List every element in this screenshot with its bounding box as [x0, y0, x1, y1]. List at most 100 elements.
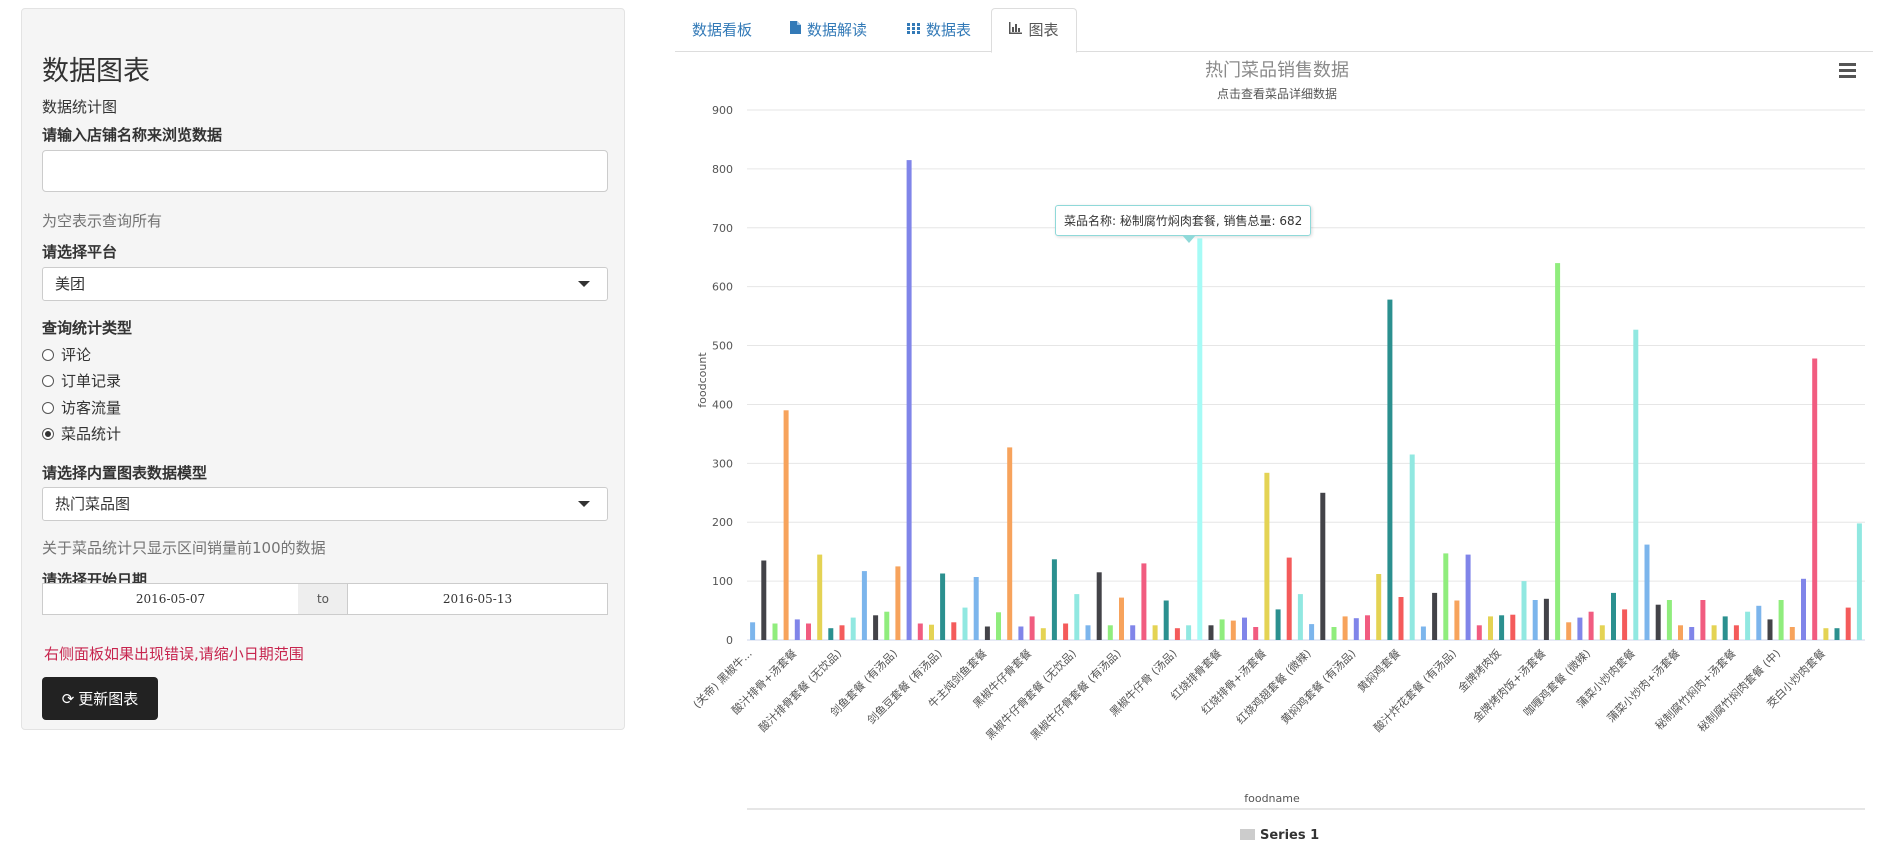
bar[interactable] — [1622, 609, 1628, 640]
bar[interactable] — [1353, 618, 1359, 640]
bar[interactable] — [1733, 625, 1739, 640]
bar[interactable] — [1812, 358, 1818, 641]
bar[interactable] — [917, 623, 923, 641]
bar[interactable] — [817, 554, 823, 640]
bar[interactable] — [1297, 594, 1303, 640]
bar[interactable] — [1532, 600, 1538, 640]
bar[interactable] — [1420, 626, 1426, 641]
bar[interactable] — [940, 573, 946, 641]
bar[interactable] — [1398, 597, 1404, 640]
bar[interactable] — [1186, 625, 1192, 640]
bar[interactable] — [1242, 617, 1247, 640]
bar[interactable] — [1174, 628, 1180, 640]
bar[interactable] — [1320, 492, 1326, 640]
bar[interactable] — [1767, 619, 1773, 640]
bar[interactable] — [1856, 523, 1862, 640]
store-input[interactable] — [42, 150, 608, 192]
bar[interactable] — [828, 628, 834, 640]
chart-menu-icon[interactable] — [1839, 63, 1856, 81]
bar[interactable] — [1432, 592, 1438, 640]
tab-dashboard[interactable]: 数据看板 — [692, 8, 752, 52]
bar[interactable] — [1230, 620, 1236, 640]
radio-dishes[interactable]: 菜品统计 — [42, 423, 121, 444]
bar[interactable] — [1488, 616, 1493, 640]
bar[interactable] — [761, 560, 767, 641]
bar[interactable] — [1499, 615, 1505, 640]
bar[interactable] — [984, 626, 990, 641]
bar[interactable] — [1197, 238, 1203, 640]
bar[interactable] — [861, 571, 867, 640]
bar[interactable] — [1409, 454, 1415, 641]
bar[interactable] — [794, 619, 800, 640]
bar[interactable] — [1689, 627, 1695, 640]
radio-orders[interactable]: 订单记录 — [42, 370, 121, 391]
bar[interactable] — [1029, 616, 1035, 640]
bar[interactable] — [1555, 263, 1561, 640]
bar[interactable] — [1543, 598, 1549, 640]
bar[interactable] — [750, 622, 756, 640]
bar[interactable] — [850, 617, 856, 640]
model-select[interactable]: 热门菜品图 — [42, 487, 608, 521]
bar[interactable] — [1365, 615, 1370, 640]
bar[interactable] — [1801, 578, 1806, 640]
date-start-input[interactable]: 2016-05-07 — [42, 583, 299, 615]
legend-series-1[interactable]: Series 1 — [1260, 828, 1319, 843]
bar[interactable] — [884, 611, 890, 640]
bar[interactable] — [1018, 626, 1024, 641]
bar[interactable] — [1286, 557, 1292, 640]
bar[interactable] — [1387, 299, 1393, 640]
bar[interactable] — [1778, 600, 1784, 640]
bar[interactable] — [1745, 611, 1751, 640]
bar[interactable] — [1208, 625, 1214, 640]
bar[interactable] — [806, 623, 811, 641]
bar[interactable] — [1219, 619, 1225, 640]
bar[interactable] — [1309, 624, 1315, 640]
bar[interactable] — [906, 160, 912, 640]
bar[interactable] — [839, 625, 845, 640]
tab-data-table[interactable]: 数据表 — [907, 8, 971, 52]
bar[interactable] — [1253, 627, 1259, 640]
radio-traffic[interactable]: 访客流量 — [42, 397, 121, 418]
radio-comments[interactable]: 评论 — [42, 344, 91, 365]
bar[interactable] — [996, 612, 1001, 640]
bar[interactable] — [1443, 553, 1449, 640]
date-end-input[interactable]: 2016-05-13 — [347, 583, 608, 615]
bar[interactable] — [873, 615, 879, 640]
bar[interactable] — [1756, 605, 1762, 640]
bar[interactable] — [1063, 623, 1069, 641]
bar[interactable] — [1588, 611, 1594, 640]
bar[interactable] — [1130, 625, 1136, 640]
bar[interactable] — [1566, 622, 1572, 640]
bar[interactable] — [1789, 627, 1795, 640]
bar[interactable] — [1644, 544, 1650, 640]
bar[interactable] — [1633, 329, 1639, 640]
bar[interactable] — [1074, 594, 1080, 640]
refresh-chart-button[interactable]: ⟳ 更新图表 — [42, 677, 158, 720]
bar[interactable] — [1119, 597, 1124, 640]
bar[interactable] — [1521, 581, 1527, 640]
tab-chart[interactable]: 图表 — [991, 8, 1077, 53]
bar[interactable] — [1264, 472, 1270, 640]
bar[interactable] — [1700, 600, 1706, 640]
bar[interactable] — [772, 623, 778, 641]
bar[interactable] — [895, 566, 901, 640]
bar[interactable] — [1510, 614, 1516, 640]
bar[interactable] — [1107, 625, 1113, 640]
bar[interactable] — [1141, 563, 1147, 640]
bar[interactable] — [1465, 554, 1471, 640]
bar[interactable] — [1611, 592, 1616, 640]
bar[interactable] — [1599, 625, 1605, 640]
bar[interactable] — [1152, 625, 1158, 640]
bar[interactable] — [1454, 600, 1460, 641]
bar[interactable] — [1722, 616, 1728, 640]
bar[interactable] — [1476, 625, 1482, 640]
bar[interactable] — [951, 622, 957, 640]
bar[interactable] — [1342, 616, 1348, 640]
platform-select[interactable]: 美团 — [42, 267, 608, 301]
bar[interactable] — [1376, 574, 1382, 640]
bar[interactable] — [929, 624, 934, 640]
bar[interactable] — [1085, 625, 1091, 640]
bar[interactable] — [1163, 600, 1169, 641]
bar[interactable] — [783, 410, 789, 640]
bar[interactable] — [1834, 628, 1840, 640]
